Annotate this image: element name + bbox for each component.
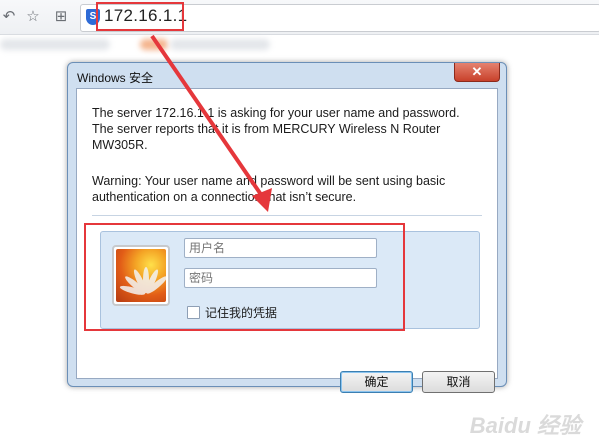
annotation-arrow: [150, 34, 272, 212]
watermark: Baidu 经验: [469, 413, 581, 438]
